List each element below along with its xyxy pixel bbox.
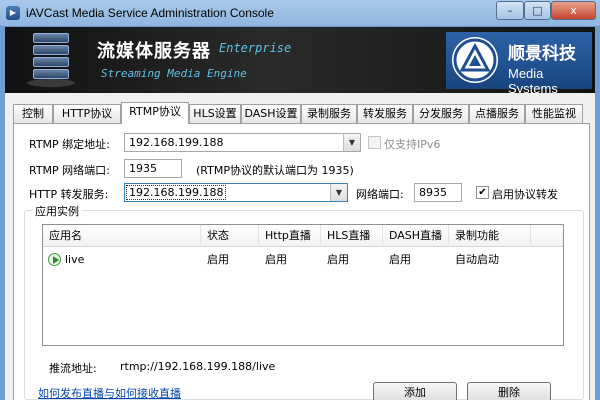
- column-header-record[interactable]: 录制功能: [449, 225, 531, 247]
- tab-performance[interactable]: 性能监视: [525, 104, 583, 123]
- product-name: 流媒体服务器: [97, 41, 211, 62]
- http-forward-select[interactable]: 192.168.199.188 ▼: [124, 183, 348, 202]
- column-header-name[interactable]: 应用名: [43, 225, 201, 247]
- tab-http[interactable]: HTTP协议: [53, 104, 121, 123]
- column-header-hls[interactable]: HLS直播: [321, 225, 383, 247]
- rtmp-settings-panel: RTMP 绑定地址: 192.168.199.188 ▼ 仅支持IPv6 RTM…: [13, 123, 590, 400]
- add-button[interactable]: 添加: [373, 382, 457, 400]
- company-logo-icon: [452, 37, 498, 83]
- http-forward-label: HTTP 转发服务:: [29, 188, 109, 201]
- tab-dash[interactable]: DASH设置: [241, 104, 301, 123]
- instances-list[interactable]: 应用名 状态 Http直播 HLS直播 DASH直播 录制功能 live 启用 …: [42, 224, 564, 346]
- minimize-button[interactable]: –: [496, 1, 524, 20]
- product-edition: Enterprise: [219, 41, 292, 55]
- column-header-http[interactable]: Http直播: [259, 225, 321, 247]
- ipv6-label: 仅支持IPv6: [384, 138, 441, 151]
- delete-button[interactable]: 删除: [467, 382, 551, 400]
- bind-address-select[interactable]: 192.168.199.188 ▼: [124, 133, 361, 152]
- chevron-down-icon: ▼: [330, 184, 347, 201]
- tab-control[interactable]: 控制: [13, 104, 53, 123]
- enable-forward-checkbox[interactable]: ✔: [476, 186, 489, 199]
- company-badge: 顺景科技 Media Systems: [446, 32, 592, 93]
- net-port-input[interactable]: 8935: [414, 183, 462, 202]
- column-header-status[interactable]: 状态: [201, 225, 259, 247]
- list-header: 应用名 状态 Http直播 HLS直播 DASH直播 录制功能: [43, 225, 563, 247]
- row-hls: 启用: [327, 253, 349, 266]
- tab-distribute[interactable]: 分发服务: [413, 104, 469, 123]
- push-url-label: 推流地址:: [49, 362, 97, 375]
- tab-record[interactable]: 录制服务: [301, 104, 357, 123]
- client-area: 控制 HTTP协议 RTMP协议 HLS设置 DASH设置 录制服务 转发服务 …: [5, 93, 595, 400]
- table-row[interactable]: live 启用 启用 启用 启用 自动启动: [43, 250, 584, 269]
- app-icon: ▶: [6, 6, 20, 20]
- header-banner: 流媒体服务器 Enterprise Streaming Media Engine…: [5, 27, 595, 93]
- bind-address-value: 192.168.199.188: [129, 136, 224, 149]
- rtmp-port-input[interactable]: 1935: [124, 159, 182, 178]
- rtmp-port-label: RTMP 网络端口:: [29, 164, 110, 177]
- company-subtitle: Media Systems: [508, 66, 558, 93]
- row-dash: 启用: [389, 253, 411, 266]
- company-name: 顺景科技: [508, 44, 576, 64]
- server-icon: [27, 33, 75, 89]
- row-status: 启用: [207, 253, 229, 266]
- chevron-down-icon: ▼: [343, 134, 360, 151]
- net-port-label: 网络端口:: [356, 188, 404, 201]
- tab-hls[interactable]: HLS设置: [189, 104, 241, 123]
- tab-rtmp[interactable]: RTMP协议: [121, 102, 189, 124]
- window-title-bar: ▶ iAVCast Media Service Administration C…: [0, 0, 600, 27]
- column-header-dash[interactable]: DASH直播: [383, 225, 449, 247]
- push-url-value: rtmp://192.168.199.188/live: [120, 360, 276, 373]
- row-http: 启用: [265, 253, 287, 266]
- help-link[interactable]: 如何发布直播与如何接收直播: [38, 385, 181, 400]
- enable-forward-label: 启用协议转发: [492, 188, 558, 201]
- window-title: iAVCast Media Service Administration Con…: [26, 6, 274, 20]
- http-forward-value: 192.168.199.188: [125, 185, 227, 200]
- row-name: live: [65, 253, 85, 266]
- instances-group-title: 应用实例: [32, 203, 82, 219]
- tab-vod[interactable]: 点播服务: [469, 104, 525, 123]
- close-button[interactable]: x: [551, 1, 596, 20]
- ipv6-checkbox[interactable]: [368, 136, 381, 149]
- tab-forward[interactable]: 转发服务: [357, 104, 413, 123]
- maximize-button[interactable]: □: [524, 1, 551, 20]
- product-subtitle: Streaming Media Engine: [101, 67, 247, 80]
- rtmp-port-hint: (RTMP协议的默认端口为 1935): [196, 164, 354, 177]
- bind-address-label: RTMP 绑定地址:: [29, 138, 110, 151]
- row-record: 自动启动: [455, 253, 499, 266]
